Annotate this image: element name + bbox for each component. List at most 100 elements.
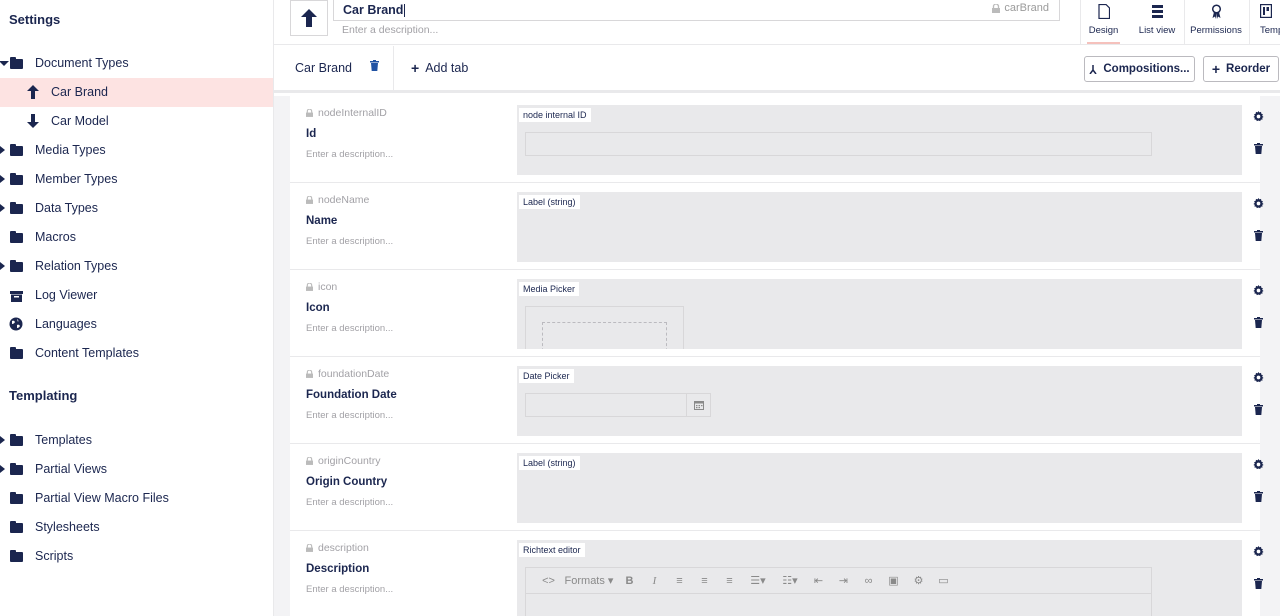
sidebar-item-document-types[interactable]: Document Types <box>0 49 273 78</box>
sidebar-item-car-model[interactable]: Car Model <box>0 107 273 136</box>
property-editor-preview[interactable]: Date Picker <box>517 366 1242 436</box>
property-row-id[interactable]: nodeInternalID Id Enter a description...… <box>290 96 1264 183</box>
caret-down-icon[interactable] <box>0 61 9 66</box>
formats-label: Formats <box>564 574 605 587</box>
trash-icon[interactable] <box>1254 403 1263 418</box>
delete-tab-icon[interactable] <box>370 60 379 74</box>
property-name[interactable]: Origin Country <box>306 476 387 488</box>
property-editor-preview[interactable]: Richtext editor <> Formats ▾ B I ≡ ≡ ≡ ☰… <box>517 540 1242 616</box>
reorder-button[interactable]: + Reorder <box>1203 56 1279 82</box>
property-alias[interactable]: nodeInternalID <box>306 107 387 119</box>
property-description[interactable]: Enter a description... <box>306 584 393 595</box>
property-row-icon[interactable]: icon Icon Enter a description... Media P… <box>290 270 1264 357</box>
property-editor-preview[interactable]: Label (string) <box>517 453 1242 523</box>
sidebar-item-label: Macros <box>35 230 76 244</box>
preview-input <box>525 132 1152 156</box>
caret-right-icon[interactable] <box>0 146 5 154</box>
view-templates-button[interactable]: Temp <box>1249 0 1280 44</box>
view-permissions-button[interactable]: Permissions <box>1184 0 1247 44</box>
view-list-button[interactable]: List view <box>1130 0 1184 44</box>
sidebar-item-car-brand[interactable]: Car Brand <box>0 78 273 107</box>
sidebar-item-log-viewer[interactable]: Log Viewer <box>0 281 273 310</box>
gear-icon[interactable] <box>1253 197 1264 212</box>
property-alias[interactable]: nodeName <box>306 194 369 206</box>
sidebar-item-scripts[interactable]: Scripts <box>0 542 273 571</box>
sidebar-item-partial-view-macro-files[interactable]: Partial View Macro Files <box>0 484 273 513</box>
trash-icon[interactable] <box>1254 577 1263 592</box>
property-name[interactable]: Id <box>306 128 316 140</box>
caret-right-icon[interactable] <box>0 465 5 473</box>
trash-icon[interactable] <box>1254 142 1263 157</box>
editor-name-tag: Label (string) <box>519 456 580 470</box>
property-alias[interactable]: foundationDate <box>306 368 389 380</box>
property-editor-preview[interactable]: node internal ID <box>517 105 1242 175</box>
editor-name-tag: Label (string) <box>519 195 580 209</box>
italic-icon: I <box>652 574 657 587</box>
document-type-name-input[interactable]: Car Brand carBrand <box>333 0 1060 21</box>
folder-icon <box>9 260 23 274</box>
sidebar-item-label: Stylesheets <box>35 520 100 534</box>
lock-icon <box>306 544 313 552</box>
property-alias[interactable]: description <box>306 542 369 554</box>
property-description[interactable]: Enter a description... <box>306 149 393 160</box>
property-description[interactable]: Enter a description... <box>306 497 393 508</box>
trash-icon[interactable] <box>1254 490 1263 505</box>
property-editor-preview[interactable]: Media Picker <box>517 279 1242 349</box>
gear-icon[interactable] <box>1253 458 1264 473</box>
lock-icon <box>992 3 1001 13</box>
document-type-icon-picker[interactable] <box>290 0 328 36</box>
description-input[interactable]: Enter a description... <box>342 24 438 36</box>
sidebar-item-content-templates[interactable]: Content Templates <box>0 339 273 368</box>
gear-icon[interactable] <box>1253 371 1264 386</box>
rte-toolbar: <> Formats ▾ B I ≡ ≡ ≡ ☰▾ ☷▾ ⇤ ⇥ ∞ ▣ ⚙ ▭ <box>525 567 1152 594</box>
trash-icon[interactable] <box>1254 316 1263 331</box>
merge-icon <box>1089 64 1097 74</box>
caret-right-icon[interactable] <box>0 262 5 270</box>
property-description[interactable]: Enter a description... <box>306 236 393 247</box>
media-picker-preview <box>525 306 684 349</box>
caret-right-icon[interactable] <box>0 436 5 444</box>
caret-right-icon[interactable] <box>0 175 5 183</box>
gear-icon[interactable] <box>1253 545 1264 560</box>
property-editor-preview[interactable]: Label (string) <box>517 192 1242 262</box>
property-name[interactable]: Name <box>306 215 337 227</box>
sidebar-item-label: Data Types <box>35 201 99 215</box>
sidebar-item-languages[interactable]: Languages <box>0 310 273 339</box>
gear-icon[interactable] <box>1253 284 1264 299</box>
view-design-button[interactable]: Design <box>1080 0 1126 44</box>
sidebar-item-templates[interactable]: Templates <box>0 426 273 455</box>
folder-icon <box>9 434 23 448</box>
property-row-foundation-date[interactable]: foundationDate Foundation Date Enter a d… <box>290 357 1264 444</box>
sidebar-item-macros[interactable]: Macros <box>0 223 273 252</box>
folder-icon <box>9 231 23 245</box>
sidebar-item-relation-types[interactable]: Relation Types <box>0 252 273 281</box>
sidebar-item-data-types[interactable]: Data Types <box>0 194 273 223</box>
add-tab-button[interactable]: + Add tab <box>411 46 468 90</box>
numbered-list-icon: ☷▾ <box>782 575 798 587</box>
property-alias[interactable]: originCountry <box>306 455 380 467</box>
property-description[interactable]: Enter a description... <box>306 410 393 421</box>
trash-icon[interactable] <box>1254 229 1263 244</box>
sidebar-item-stylesheets[interactable]: Stylesheets <box>0 513 273 542</box>
property-alias[interactable]: icon <box>306 281 337 293</box>
tab-label: Car Brand <box>295 61 352 75</box>
sidebar-item-label: Partial View Macro Files <box>35 491 169 505</box>
embed-icon: ▭ <box>938 575 949 587</box>
caret-right-icon[interactable] <box>0 204 5 212</box>
gear-icon[interactable] <box>1253 110 1264 125</box>
property-name[interactable]: Icon <box>306 302 330 314</box>
property-row-description[interactable]: description Description Enter a descript… <box>290 531 1264 616</box>
property-description[interactable]: Enter a description... <box>306 323 393 334</box>
alias-field[interactable]: carBrand <box>992 2 1049 14</box>
property-name[interactable]: Description <box>306 563 369 575</box>
lock-icon <box>306 196 313 204</box>
sidebar-item-media-types[interactable]: Media Types <box>0 136 273 165</box>
property-row-origin-country[interactable]: originCountry Origin Country Enter a des… <box>290 444 1264 531</box>
sidebar-item-member-types[interactable]: Member Types <box>0 165 273 194</box>
property-row-name[interactable]: nodeName Name Enter a description... Lab… <box>290 183 1264 270</box>
property-name[interactable]: Foundation Date <box>306 389 397 401</box>
compositions-button[interactable]: Compositions... <box>1084 56 1195 82</box>
globe-icon <box>9 317 23 331</box>
tab-car-brand[interactable]: Car Brand <box>274 46 394 90</box>
sidebar-item-partial-views[interactable]: Partial Views <box>0 455 273 484</box>
